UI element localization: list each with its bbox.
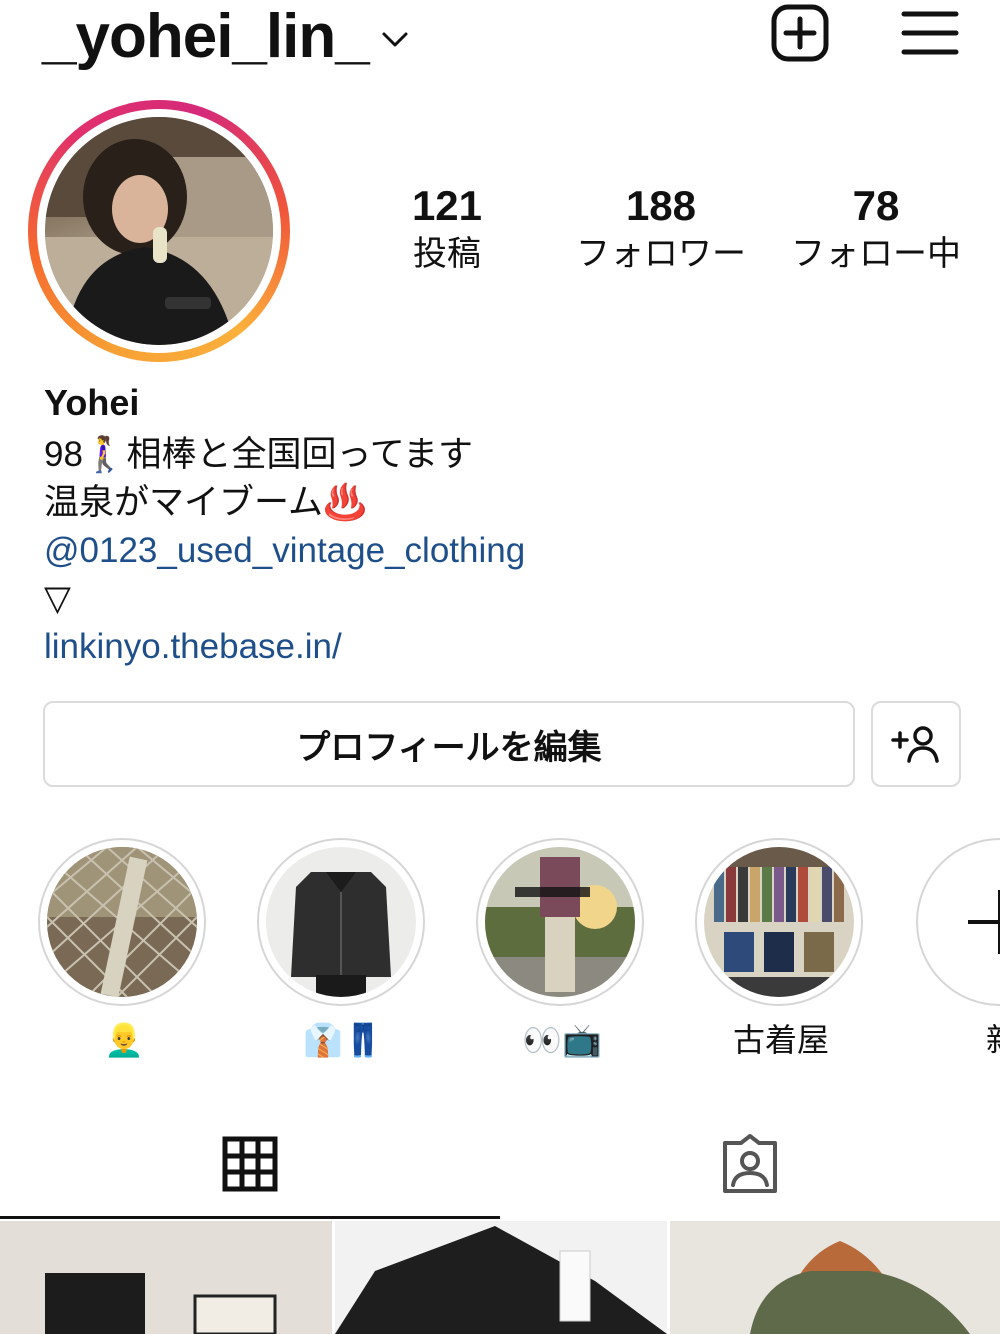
highlight-cover	[704, 847, 854, 997]
highlight-cover	[266, 847, 416, 997]
top-bar: _yohei_lin_	[0, 0, 1000, 80]
followers-label: フォロワー	[576, 235, 746, 273]
bio-arrow: ▽	[44, 579, 71, 618]
tab-posts-grid[interactable]	[0, 1110, 500, 1218]
highlight-label: 👔👖	[303, 1022, 383, 1058]
add-user-icon	[891, 726, 939, 763]
followers-count[interactable]: 188 フォロワー	[561, 180, 761, 276]
highlight-label: 新	[916, 1020, 1000, 1060]
hamburger-menu-icon[interactable]	[900, 6, 960, 60]
highlight-label: 👱‍♂️	[104, 1022, 144, 1058]
discover-people-button[interactable]	[871, 701, 961, 787]
active-tab-indicator	[0, 1216, 500, 1219]
edit-profile-label: プロフィールを編集	[296, 728, 602, 767]
highlight-cover	[47, 847, 197, 997]
post-thumbnail[interactable]	[0, 1221, 332, 1334]
followers-number: 188	[625, 182, 697, 229]
highlight-2[interactable]: 👔👖	[257, 838, 429, 1060]
bio-mention-link[interactable]: @0123_used_vintage_clothing	[44, 528, 525, 574]
grid-icon	[222, 1136, 278, 1192]
chevron-down-icon	[382, 32, 408, 47]
profile-page: _yohei_lin_ 121 投稿 188 フォロワー 78 フォロー中 Yo…	[0, 0, 1000, 1334]
highlight-4[interactable]: 古着屋	[695, 838, 867, 1060]
new-highlight[interactable]: 新	[916, 838, 1000, 1060]
avatar	[45, 117, 273, 345]
posts-label: 投稿	[413, 235, 481, 273]
following-count[interactable]: 78 フォロー中	[776, 180, 976, 276]
plus-icon	[968, 890, 1000, 954]
post-thumbnail[interactable]	[670, 1221, 1000, 1334]
tab-tagged[interactable]	[500, 1110, 1000, 1218]
website-link[interactable]: linkinyo.thebase.in/	[44, 624, 342, 670]
highlight-3[interactable]: 👀📺	[476, 838, 648, 1060]
posts-number: 121	[411, 182, 483, 229]
following-label: フォロー中	[791, 235, 961, 273]
following-number: 78	[852, 182, 900, 229]
username-title: _yohei_lin_	[42, 2, 370, 71]
highlight-label: 👀📺	[522, 1022, 602, 1058]
bio-line-1: 98🚶‍♀️相棒と全国回ってます	[44, 435, 474, 474]
account-switcher[interactable]: _yohei_lin_	[42, 0, 409, 74]
story-ring[interactable]	[28, 100, 290, 362]
bio-line-2: 温泉がマイブーム♨️	[44, 483, 367, 522]
new-post-icon[interactable]	[770, 3, 830, 63]
post-thumbnail[interactable]	[335, 1221, 667, 1334]
display-name: Yohei	[44, 382, 140, 423]
highlight-cover	[485, 847, 635, 997]
highlight-1[interactable]: 👱‍♂️	[38, 838, 210, 1060]
highlight-label: 古着屋	[732, 1022, 829, 1058]
tagged-icon	[723, 1134, 777, 1193]
posts-count[interactable]: 121 投稿	[347, 180, 547, 276]
edit-profile-button[interactable]: プロフィールを編集	[43, 701, 855, 787]
